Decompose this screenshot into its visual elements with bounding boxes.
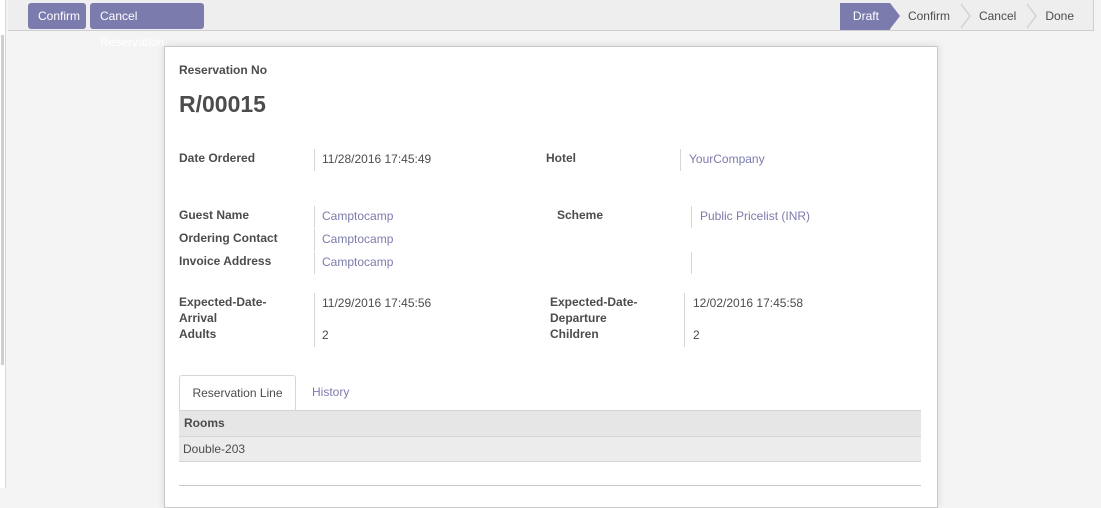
field-divider (680, 149, 681, 171)
reservation-line-table: Rooms Double-203 (179, 410, 921, 462)
departure-field[interactable]: 12/02/2016 17:45:58 (693, 295, 803, 311)
table-row[interactable]: Double-203 (179, 437, 921, 462)
stage-draft-label: Draft (852, 9, 879, 23)
arrival-label-line2: Arrival (179, 311, 218, 325)
adults-field[interactable]: 2 (322, 327, 329, 343)
field-divider (314, 229, 315, 251)
confirm-button[interactable]: Confirm (28, 3, 86, 29)
form-sheet: Reservation No R/00015 Date Ordered 11/2… (164, 46, 938, 508)
left-scrollbar[interactable] (0, 0, 6, 488)
field-divider (691, 206, 692, 228)
arrival-label-line1: Expected-Date- (179, 295, 267, 309)
arrival-field[interactable]: 11/29/2016 17:45:56 (322, 295, 431, 311)
cancel-reservation-button[interactable]: Cancel Reservation (90, 3, 204, 49)
control-panel: Confirm Cancel Reservation Draft Confirm… (8, 0, 1094, 49)
stage-arrow-icon (1026, 3, 1038, 29)
invoice-address-field[interactable]: Camptocamp (322, 254, 393, 270)
stage-draft[interactable]: Draft (839, 3, 900, 30)
field-divider (314, 252, 315, 274)
guest-name-field[interactable]: Camptocamp (322, 208, 393, 224)
ordering-contact-label: Ordering Contact (179, 231, 278, 245)
stage-confirm-label: Confirm (907, 9, 950, 23)
departure-label-line2: Departure (550, 311, 607, 325)
scheme-label: Scheme (557, 208, 604, 222)
field-divider (691, 252, 692, 274)
date-ordered-label: Date Ordered (179, 151, 256, 165)
column-header-rooms[interactable]: Rooms (179, 410, 921, 437)
stage-confirm[interactable]: Confirm (890, 3, 971, 30)
hotel-field[interactable]: YourCompany (689, 151, 765, 167)
field-divider (314, 206, 315, 228)
ordering-contact-field[interactable]: Camptocamp (322, 231, 393, 247)
stage-done-label: Done (1045, 9, 1074, 23)
arrival-label: Expected-Date- Arrival (179, 294, 266, 326)
adults-label: Adults (179, 327, 217, 341)
tab-reservation-line[interactable]: Reservation Line (179, 375, 296, 412)
scheme-field[interactable]: Public Pricelist (INR) (700, 208, 810, 224)
scrollbar-thumb[interactable] (1, 35, 4, 365)
tab-history[interactable]: History (312, 375, 349, 410)
departure-label-line1: Expected-Date- (550, 295, 638, 309)
status-bar: Draft Confirm Cancel Done (839, 3, 1085, 30)
hotel-label: Hotel (546, 151, 576, 165)
children-field[interactable]: 2 (693, 327, 700, 343)
reservation-number: R/00015 (179, 91, 266, 117)
divider (179, 485, 921, 486)
stage-arrow-icon (959, 3, 971, 29)
field-divider (314, 293, 315, 347)
guest-name-label: Guest Name (179, 208, 250, 222)
date-ordered-field[interactable]: 11/28/2016 17:45:49 (322, 151, 431, 167)
invoice-address-label: Invoice Address (179, 254, 272, 268)
stage-arrow-icon (888, 3, 900, 29)
field-divider (314, 149, 315, 171)
children-label: Children (550, 327, 599, 341)
departure-label: Expected-Date- Departure (550, 294, 637, 326)
stage-cancel-label: Cancel (978, 9, 1017, 23)
field-divider (684, 293, 685, 347)
reservation-no-label: Reservation No (179, 63, 268, 77)
